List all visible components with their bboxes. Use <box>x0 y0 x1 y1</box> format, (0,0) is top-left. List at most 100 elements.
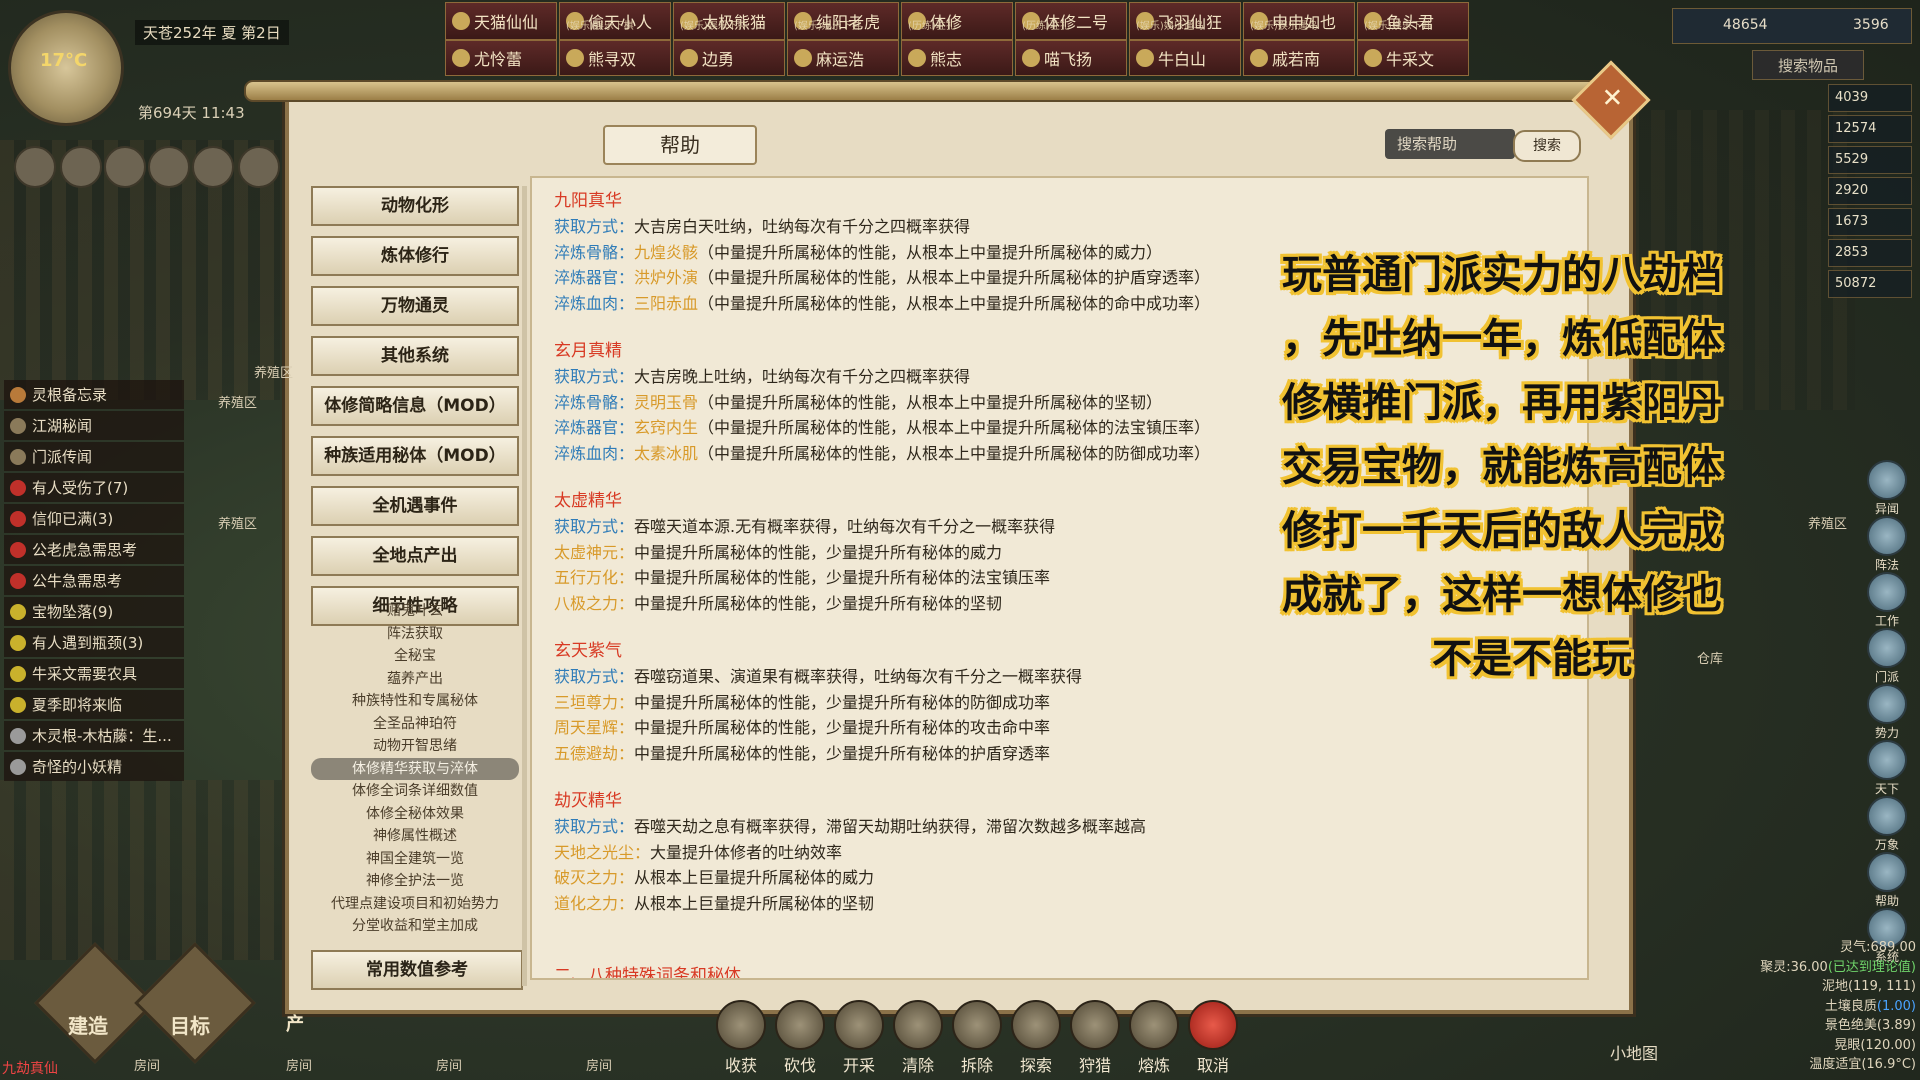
npc-card-top[interactable]: 体修 (历练)驻扎 <box>901 2 1013 40</box>
npc-avatar-icon <box>1136 49 1154 67</box>
npc-card-top[interactable]: 纯阳老虎 (娱乐)娱乐下井 <box>787 2 899 40</box>
help-subcategory-item[interactable]: 全圣品神珀符 <box>311 713 519 736</box>
help-subcategory-item[interactable]: 种族特性和专属秘体 <box>311 690 519 713</box>
help-category-button[interactable]: 动物化形 <box>311 186 519 226</box>
npc-activity: (娱乐)娱乐下井 <box>794 20 862 32</box>
tool-button[interactable]: 探索 <box>1007 1000 1065 1076</box>
top-bar: 17°C 天苍252年 夏 第2日 第694天 11:43 天猫仙仙 偷天小人 (娱… <box>0 0 1920 126</box>
npc-card-bottom[interactable]: 熊寻双 <box>559 40 671 76</box>
npc-card-bottom[interactable]: 喵飞扬 <box>1015 40 1127 76</box>
help-subcategory-item[interactable]: 阵法获取 <box>311 623 519 646</box>
help-subcategory-item[interactable]: 全秘宝 <box>311 645 519 668</box>
right-menu-button[interactable]: 天下 <box>1862 740 1912 796</box>
help-subcategory-item[interactable]: 体修全词条详细数值 <box>311 780 519 803</box>
right-menu-button[interactable]: 帮助 <box>1862 852 1912 908</box>
right-menu-button[interactable]: 工作 <box>1862 572 1912 628</box>
play-button[interactable] <box>60 146 102 188</box>
help-category-button[interactable]: 炼体修行 <box>311 236 519 276</box>
notification-item[interactable]: 公老虎急需思考 <box>4 535 184 564</box>
stat-line: 温度适宜(16.9°C) <box>1740 1055 1916 1075</box>
menu-label: 异闻 <box>1874 502 1899 516</box>
notification-item[interactable]: 宝物坠落(9) <box>4 597 184 626</box>
right-menu-button[interactable]: 阵法 <box>1862 516 1912 572</box>
notification-status-icon <box>10 572 26 589</box>
npc-card-top[interactable]: 天猫仙仙 <box>445 2 557 40</box>
notification-item[interactable]: 有人受伤了(7) <box>4 473 184 502</box>
help-subcategory-item[interactable]: 体修全秘体效果 <box>311 803 519 826</box>
tool-button[interactable]: 清除 <box>889 1000 947 1076</box>
infinite-speed-button[interactable] <box>192 146 234 188</box>
npc-name: 戚若南 <box>1272 50 1321 69</box>
pause-button[interactable] <box>14 146 56 188</box>
npc-card-bottom[interactable]: 尤怜蕾 <box>445 40 557 76</box>
notification-item[interactable]: 江湖秘闻 <box>4 411 184 440</box>
notification-item[interactable]: 门派传闻 <box>4 442 184 471</box>
help-subcategory-item[interactable]: 赌鬼叶玄 <box>311 600 519 623</box>
help-subcategory-item[interactable]: 神修属性概述 <box>311 825 519 848</box>
stat-text: 聚灵:36.00 <box>1760 959 1828 975</box>
minimap-button[interactable]: 小地图 <box>1610 1040 1658 1064</box>
right-menu-button[interactable]: 门派 <box>1862 628 1912 684</box>
notification-item[interactable]: 信仰已满(3) <box>4 504 184 533</box>
notification-item[interactable]: 有人遇到瓶颈(3) <box>4 628 184 657</box>
row-text: （中量提升所属秘体的性能，从根本上中量提升所属秘体的命中成功率） <box>698 294 1211 314</box>
help-category-button[interactable]: 其他系统 <box>311 336 519 376</box>
notification-item[interactable]: 夏季即将来临 <box>4 690 184 719</box>
help-category-button[interactable]: 种族适用秘体（MOD） <box>311 436 519 476</box>
npc-card-top[interactable]: 鱼头君 (娱乐)娱乐下井 <box>1357 2 1469 40</box>
notification-item[interactable]: 奇怪的小妖精 <box>4 752 184 781</box>
tool-button[interactable]: 狩猎 <box>1066 1000 1124 1076</box>
help-subcategory-item[interactable]: 分堂收益和堂主加成 <box>311 915 519 938</box>
help-subcategory-item[interactable]: 神修全护法一览 <box>311 870 519 893</box>
npc-avatar-icon <box>1250 49 1268 67</box>
notification-label: 有人受伤了(7) <box>32 479 129 497</box>
row-text: 从根本上巨量提升所属秘体的威力 <box>634 868 875 888</box>
right-menu-button[interactable]: 万象 <box>1862 796 1912 852</box>
npc-card-bottom[interactable]: 熊志 <box>901 40 1013 76</box>
npc-card-bottom[interactable]: 牛采文 <box>1357 40 1469 76</box>
npc-card-top[interactable]: 偷天小人 (娱乐)娱乐下棋 <box>559 2 671 40</box>
tool-button[interactable]: 熔炼 <box>1125 1000 1183 1076</box>
help-subcategory-item[interactable]: 体修精华获取与淬体 <box>311 757 519 780</box>
bottom-toolbar: 收获 砍伐 开采 清除 拆除 探索 狩猎 熔炼 取消 <box>712 1000 1272 1076</box>
search-items-button[interactable]: 搜索物品 <box>1752 50 1864 80</box>
settings-wheel-icon[interactable] <box>238 146 280 188</box>
help-subcategory-item[interactable]: 动物开智思绪 <box>311 735 519 758</box>
fast-forward-button[interactable] <box>104 146 146 188</box>
section-title: 九阳真华 <box>554 191 622 211</box>
help-category-button[interactable]: 全地点产出 <box>311 536 519 576</box>
npc-card-bottom[interactable]: 牛白山 <box>1129 40 1241 76</box>
help-category-button[interactable]: 体修简略信息（MOD） <box>311 386 519 426</box>
tool-button[interactable]: 砍伐 <box>771 1000 829 1076</box>
npc-card-top[interactable]: 太极熊猫 (娱乐)娱乐下井 <box>673 2 785 40</box>
section-row: 八极之力：中量提升所属秘体的性能，少量提升所有秘体的坚韧 <box>554 591 1055 617</box>
right-menu-button[interactable]: 异闻 <box>1862 460 1912 516</box>
notification-item[interactable]: 木灵根-木枯藤：生... <box>4 721 184 750</box>
help-subcategory-item[interactable]: 蕴养产出 <box>311 668 519 691</box>
help-category-button[interactable]: 万物通灵 <box>311 286 519 326</box>
npc-card-top[interactable]: 体修二号 (历练)驻扎 <box>1015 2 1127 40</box>
faster-forward-button[interactable] <box>148 146 190 188</box>
tool-button[interactable]: 开采 <box>830 1000 888 1076</box>
tool-button[interactable]: 拆除 <box>948 1000 1006 1076</box>
notification-item[interactable]: 公牛急需思考 <box>4 566 184 595</box>
tool-icon <box>952 1000 1002 1050</box>
notification-item[interactable]: 灵根备忘录 <box>4 380 184 409</box>
notification-item[interactable]: 牛采文需要农具 <box>4 659 184 688</box>
npc-card-top[interactable]: 飞羽仙狂 (娱乐)娱乐遛鸟 <box>1129 2 1241 40</box>
help-subcategory-item[interactable]: 神国全建筑一览 <box>311 848 519 871</box>
npc-card-bottom[interactable]: 戚若南 <box>1243 40 1355 76</box>
category-scrollbar[interactable] <box>522 186 527 986</box>
right-menu-button[interactable]: 势力 <box>1862 684 1912 740</box>
help-category-button[interactable]: 全机遇事件 <box>311 486 519 526</box>
category-common-values[interactable]: 常用数值参考 <box>311 950 523 990</box>
tool-button[interactable]: 收获 <box>712 1000 770 1076</box>
help-subcategory-item[interactable]: 代理点建设项目和初始势力 <box>311 893 519 916</box>
help-search-button[interactable]: 搜索 <box>1513 130 1581 162</box>
npc-card-bottom[interactable]: 边勇 <box>673 40 785 76</box>
notification-label: 公牛急需思考 <box>32 572 123 590</box>
npc-card-bottom[interactable]: 麻运浩 <box>787 40 899 76</box>
help-search-input[interactable]: 搜索帮助 <box>1385 129 1515 159</box>
tool-button[interactable]: 取消 <box>1184 1000 1242 1076</box>
npc-card-top[interactable]: 申申如也 (娱乐)娱乐遛鸟 <box>1243 2 1355 40</box>
